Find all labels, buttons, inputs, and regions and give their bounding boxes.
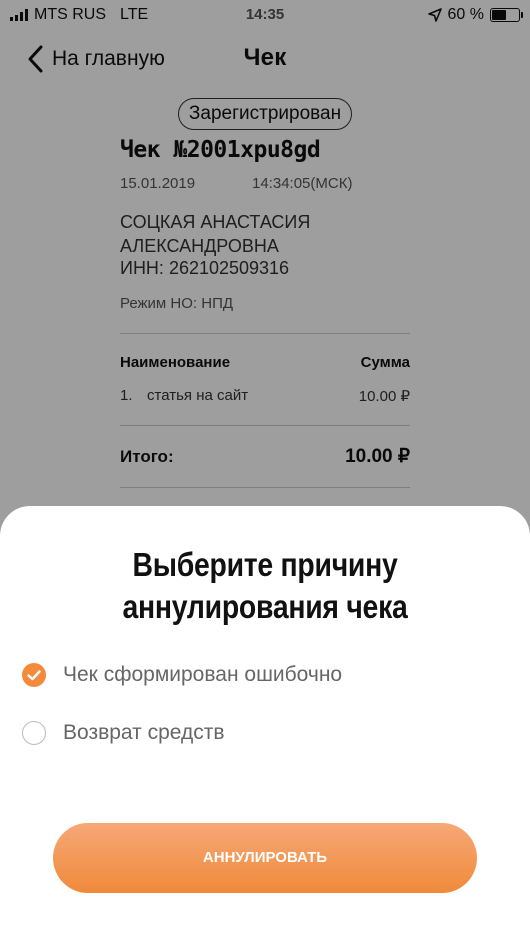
reason-option-error[interactable]: Чек сформирован ошибочно — [22, 663, 342, 687]
sheet-title: Выберите причину аннулирования чека — [72, 544, 459, 628]
radio-checked-icon[interactable] — [22, 663, 46, 687]
reason-option-refund[interactable]: Возврат средств — [22, 721, 225, 745]
cancel-reason-sheet: Выберите причину аннулирования чека Чек … — [0, 506, 530, 943]
sheet-title-line1: Выберите причину — [132, 546, 398, 583]
checkmark-icon — [27, 669, 41, 680]
reason-option-label: Возврат средств — [63, 721, 225, 744]
reason-option-label: Чек сформирован ошибочно — [63, 663, 343, 686]
radio-unchecked-icon[interactable] — [22, 721, 46, 745]
cancel-receipt-button[interactable]: АННУЛИРОВАТЬ — [53, 823, 477, 893]
sheet-title-line2: аннулирования чека — [122, 588, 408, 625]
